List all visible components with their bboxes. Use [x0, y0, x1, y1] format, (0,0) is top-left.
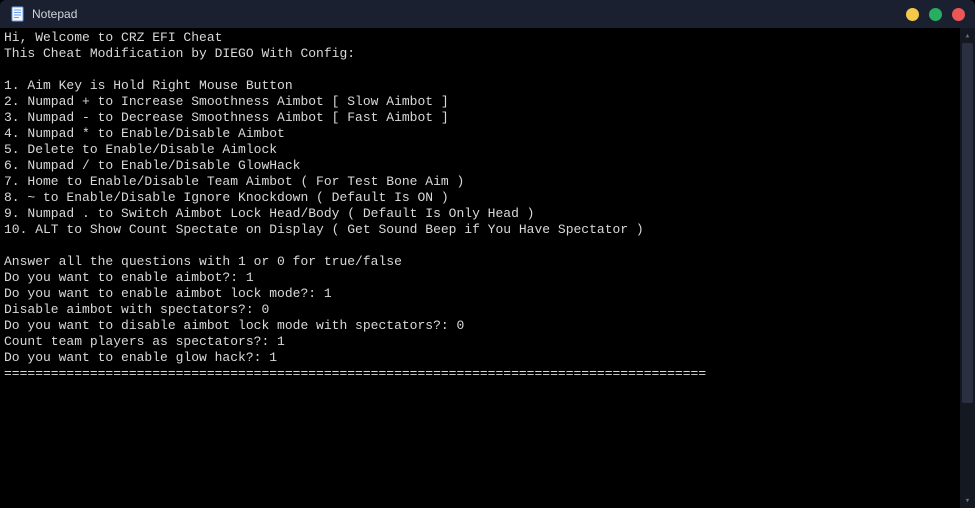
- window-title: Notepad: [32, 7, 77, 21]
- window-controls: [906, 8, 965, 21]
- vertical-scrollbar[interactable]: ▴ ▾: [960, 28, 975, 508]
- minimize-button[interactable]: [906, 8, 919, 21]
- maximize-button[interactable]: [929, 8, 942, 21]
- scroll-track[interactable]: [960, 43, 975, 493]
- client-area: Hi, Welcome to CRZ EFI Cheat This Cheat …: [0, 28, 975, 508]
- close-button[interactable]: [952, 8, 965, 21]
- scroll-up-arrow-icon[interactable]: ▴: [960, 28, 975, 43]
- notepad-icon: [10, 6, 26, 22]
- scroll-thumb[interactable]: [962, 43, 973, 403]
- scroll-down-arrow-icon[interactable]: ▾: [960, 493, 975, 508]
- notepad-window: Notepad Hi, Welcome to CRZ EFI Cheat Thi…: [0, 0, 975, 508]
- text-editor[interactable]: Hi, Welcome to CRZ EFI Cheat This Cheat …: [0, 28, 960, 508]
- titlebar[interactable]: Notepad: [0, 0, 975, 28]
